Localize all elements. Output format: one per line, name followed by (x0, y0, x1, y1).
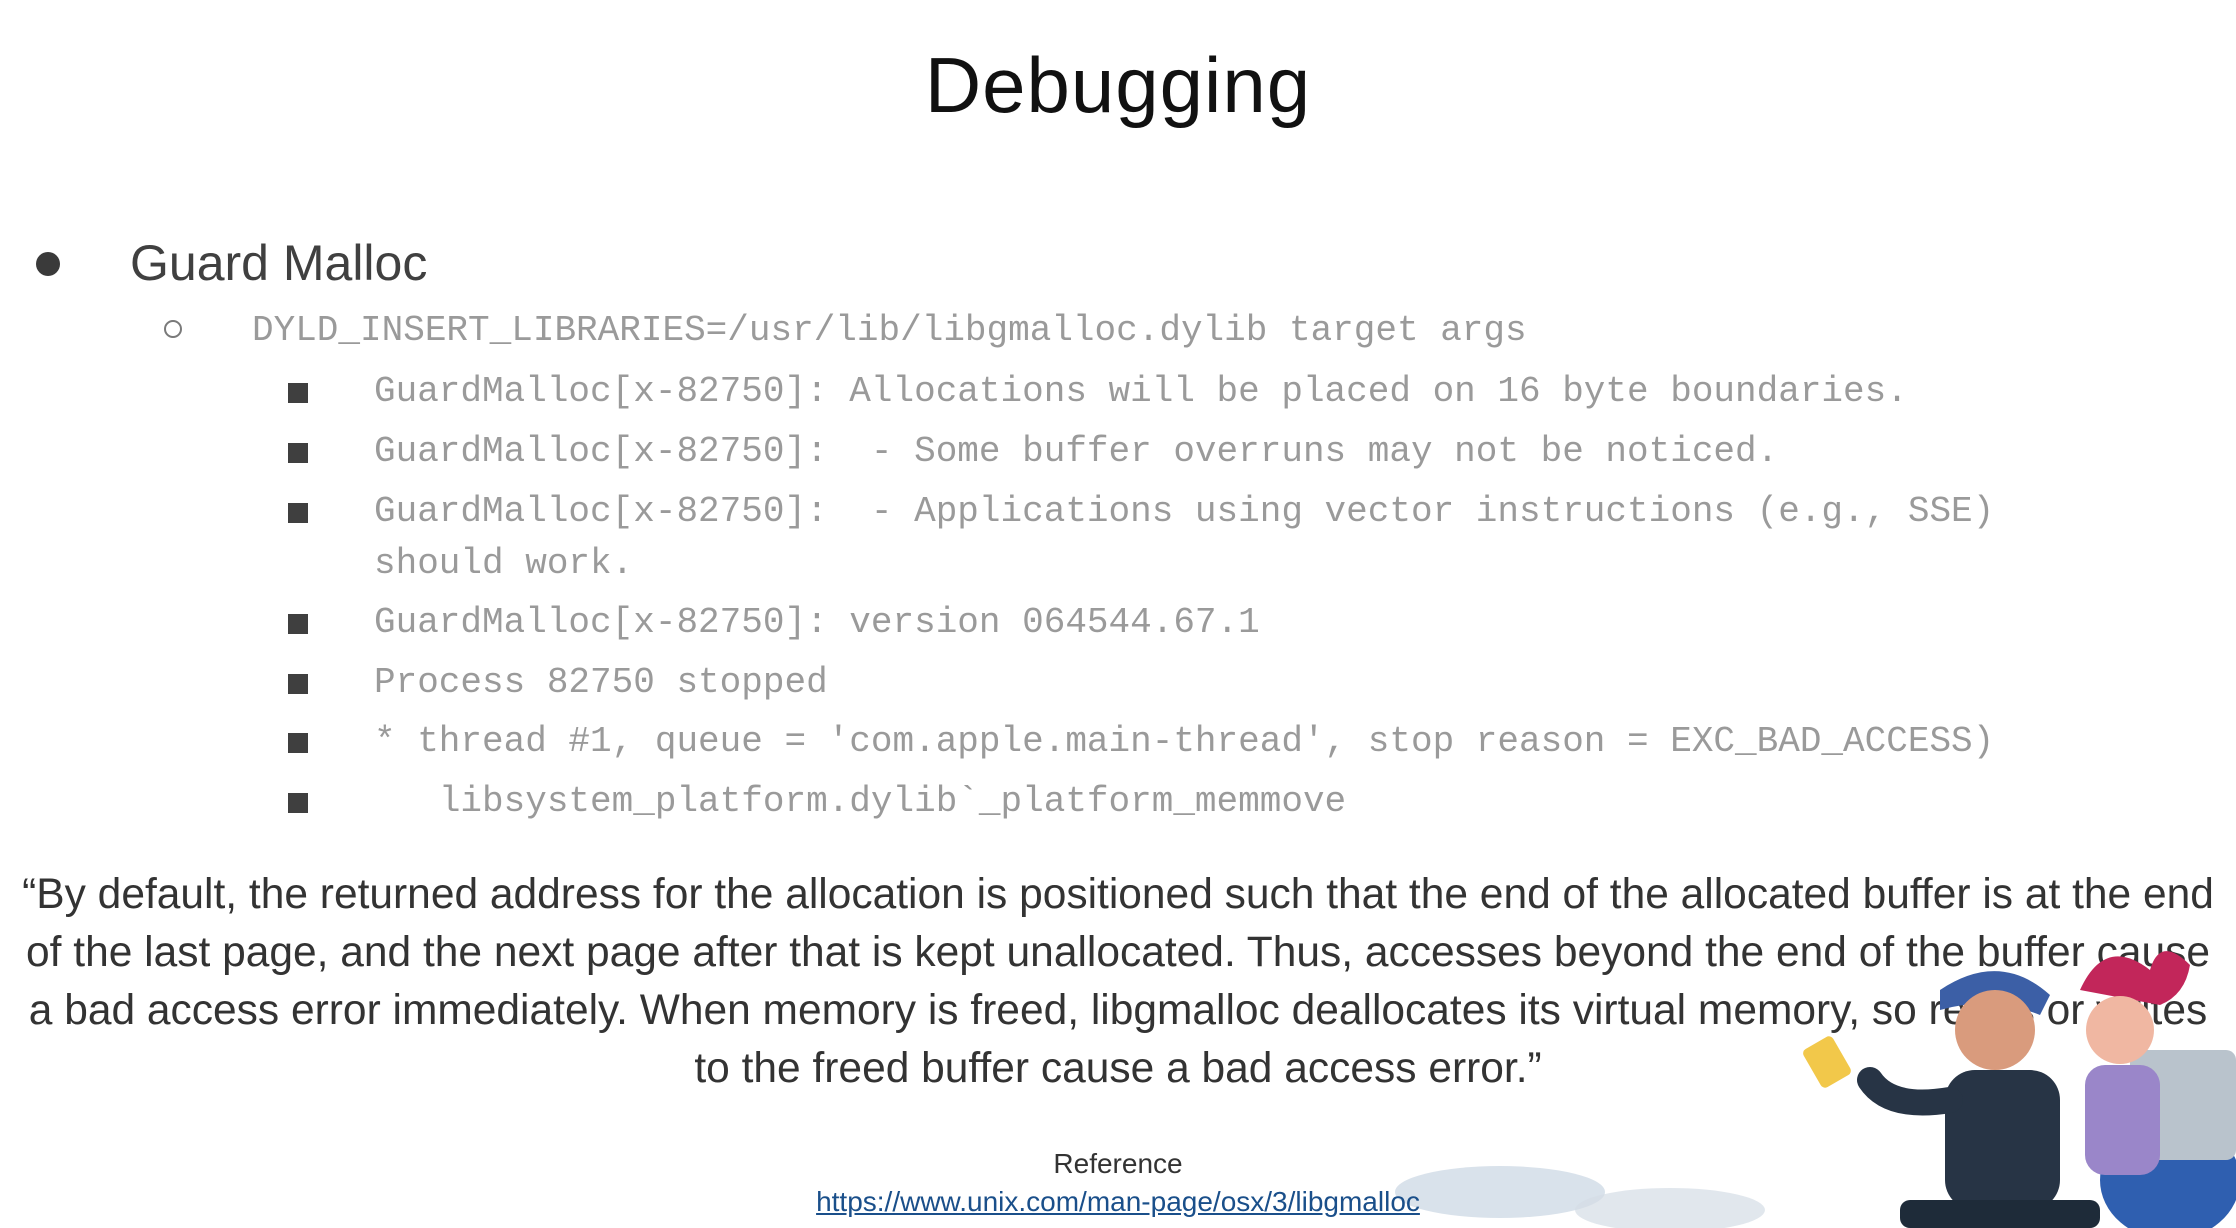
output-line: GuardMalloc[x-82750]: Allocations will b… (374, 371, 1908, 412)
square-bullet-icon (288, 383, 308, 403)
square-bullet-icon (288, 443, 308, 463)
output-line: * thread #1, queue = 'com.apple.main-thr… (374, 721, 1995, 762)
output-line: GuardMalloc[x-82750]: - Some buffer over… (374, 431, 1779, 472)
command-line: DYLD_INSERT_LIBRARIES=/usr/lib/libgmallo… (252, 310, 1527, 351)
square-bullet-icon (288, 503, 308, 523)
output-line: libsystem_platform.dylib`_platform_memmo… (374, 781, 1347, 822)
bullet-guard-malloc: Guard Malloc (130, 235, 428, 291)
square-bullet-icon (288, 793, 308, 813)
output-line: Process 82750 stopped (374, 662, 828, 703)
bullet-dot (36, 236, 60, 292)
reference-label: Reference (1053, 1148, 1183, 1179)
output-line: GuardMalloc[x-82750]: version 064544.67.… (374, 602, 1260, 643)
hollow-bullet-icon (164, 320, 182, 338)
output-line: GuardMalloc[x-82750]: - Applications usi… (374, 491, 1995, 584)
reference-link[interactable]: https://www.unix.com/man-page/osx/3/libg… (0, 1186, 2236, 1218)
slide-title: Debugging (924, 41, 1312, 129)
square-bullet-icon (288, 674, 308, 694)
square-bullet-icon (288, 614, 308, 634)
square-bullet-icon (288, 733, 308, 753)
